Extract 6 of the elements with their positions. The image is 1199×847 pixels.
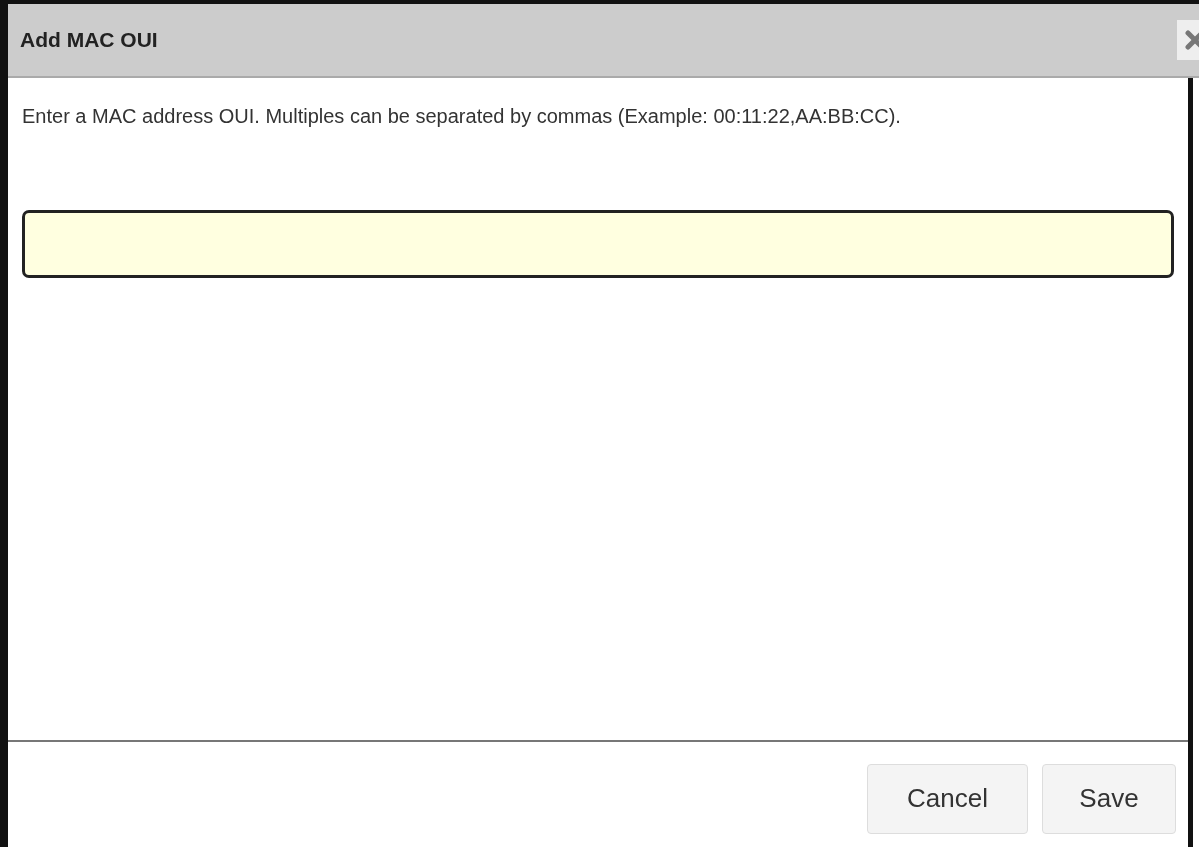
close-icon — [1185, 30, 1199, 50]
save-button[interactable]: Save — [1042, 763, 1176, 834]
dialog-title: Add MAC OUI — [20, 27, 158, 54]
input-field[interactable] — [22, 210, 1174, 278]
instruction-text: Enter a MAC address OUI. Multiples can be separated by commas (Example: 00:11:22,AA:BB:CC). — [22, 104, 902, 128]
cancel-button[interactable]: Cancel — [867, 763, 1028, 834]
